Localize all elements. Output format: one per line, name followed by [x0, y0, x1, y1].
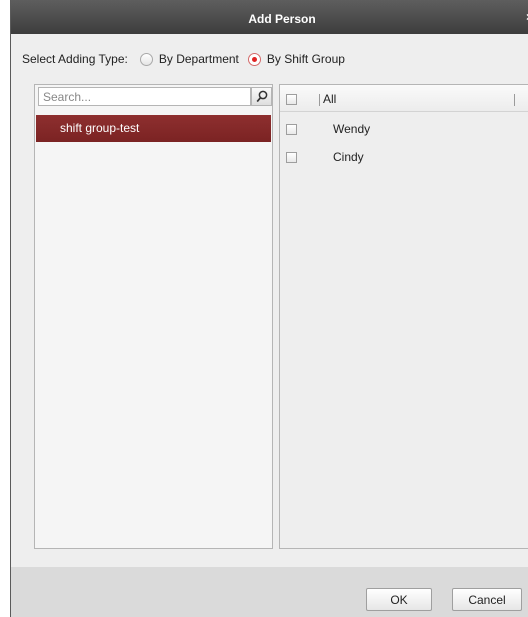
column-divider [514, 94, 515, 106]
column-divider [319, 94, 320, 106]
by-department-radio[interactable] [139, 52, 153, 66]
by-shift-group-label[interactable]: By Shift Group [267, 52, 345, 66]
add-person-dialog: Add Person × Select Adding Type: By Depa… [10, 0, 528, 617]
by-shift-group-radio[interactable] [247, 52, 261, 66]
select-all-checkbox[interactable] [286, 94, 297, 105]
all-column-header: All [323, 92, 337, 106]
dialog-titlebar: Add Person × [11, 0, 528, 34]
person-checkbox-wendy[interactable] [286, 124, 297, 135]
dialog-title: Add Person [248, 12, 316, 26]
ok-button[interactable]: OK [366, 588, 432, 611]
person-checkbox-cindy[interactable] [286, 152, 297, 163]
search-input[interactable] [38, 87, 251, 106]
person-list-header: All [280, 85, 528, 112]
group-item-shift-group-test[interactable]: shift group-test [36, 115, 271, 142]
person-list-panel: All Wendy Cindy [279, 84, 528, 549]
by-department-label[interactable]: By Department [159, 52, 239, 66]
dialog-footer: OK Cancel [11, 567, 528, 617]
search-icon [256, 90, 267, 103]
person-name-cindy[interactable]: Cindy [333, 150, 364, 164]
search-button[interactable] [251, 87, 272, 106]
cancel-button[interactable]: Cancel [452, 588, 522, 611]
person-name-wendy[interactable]: Wendy [333, 122, 370, 136]
shift-group-panel: shift group-test [34, 84, 273, 549]
adding-type-label: Select Adding Type: [22, 52, 128, 66]
adding-type-row: Select Adding Type: By Department By Shi… [22, 51, 354, 67]
